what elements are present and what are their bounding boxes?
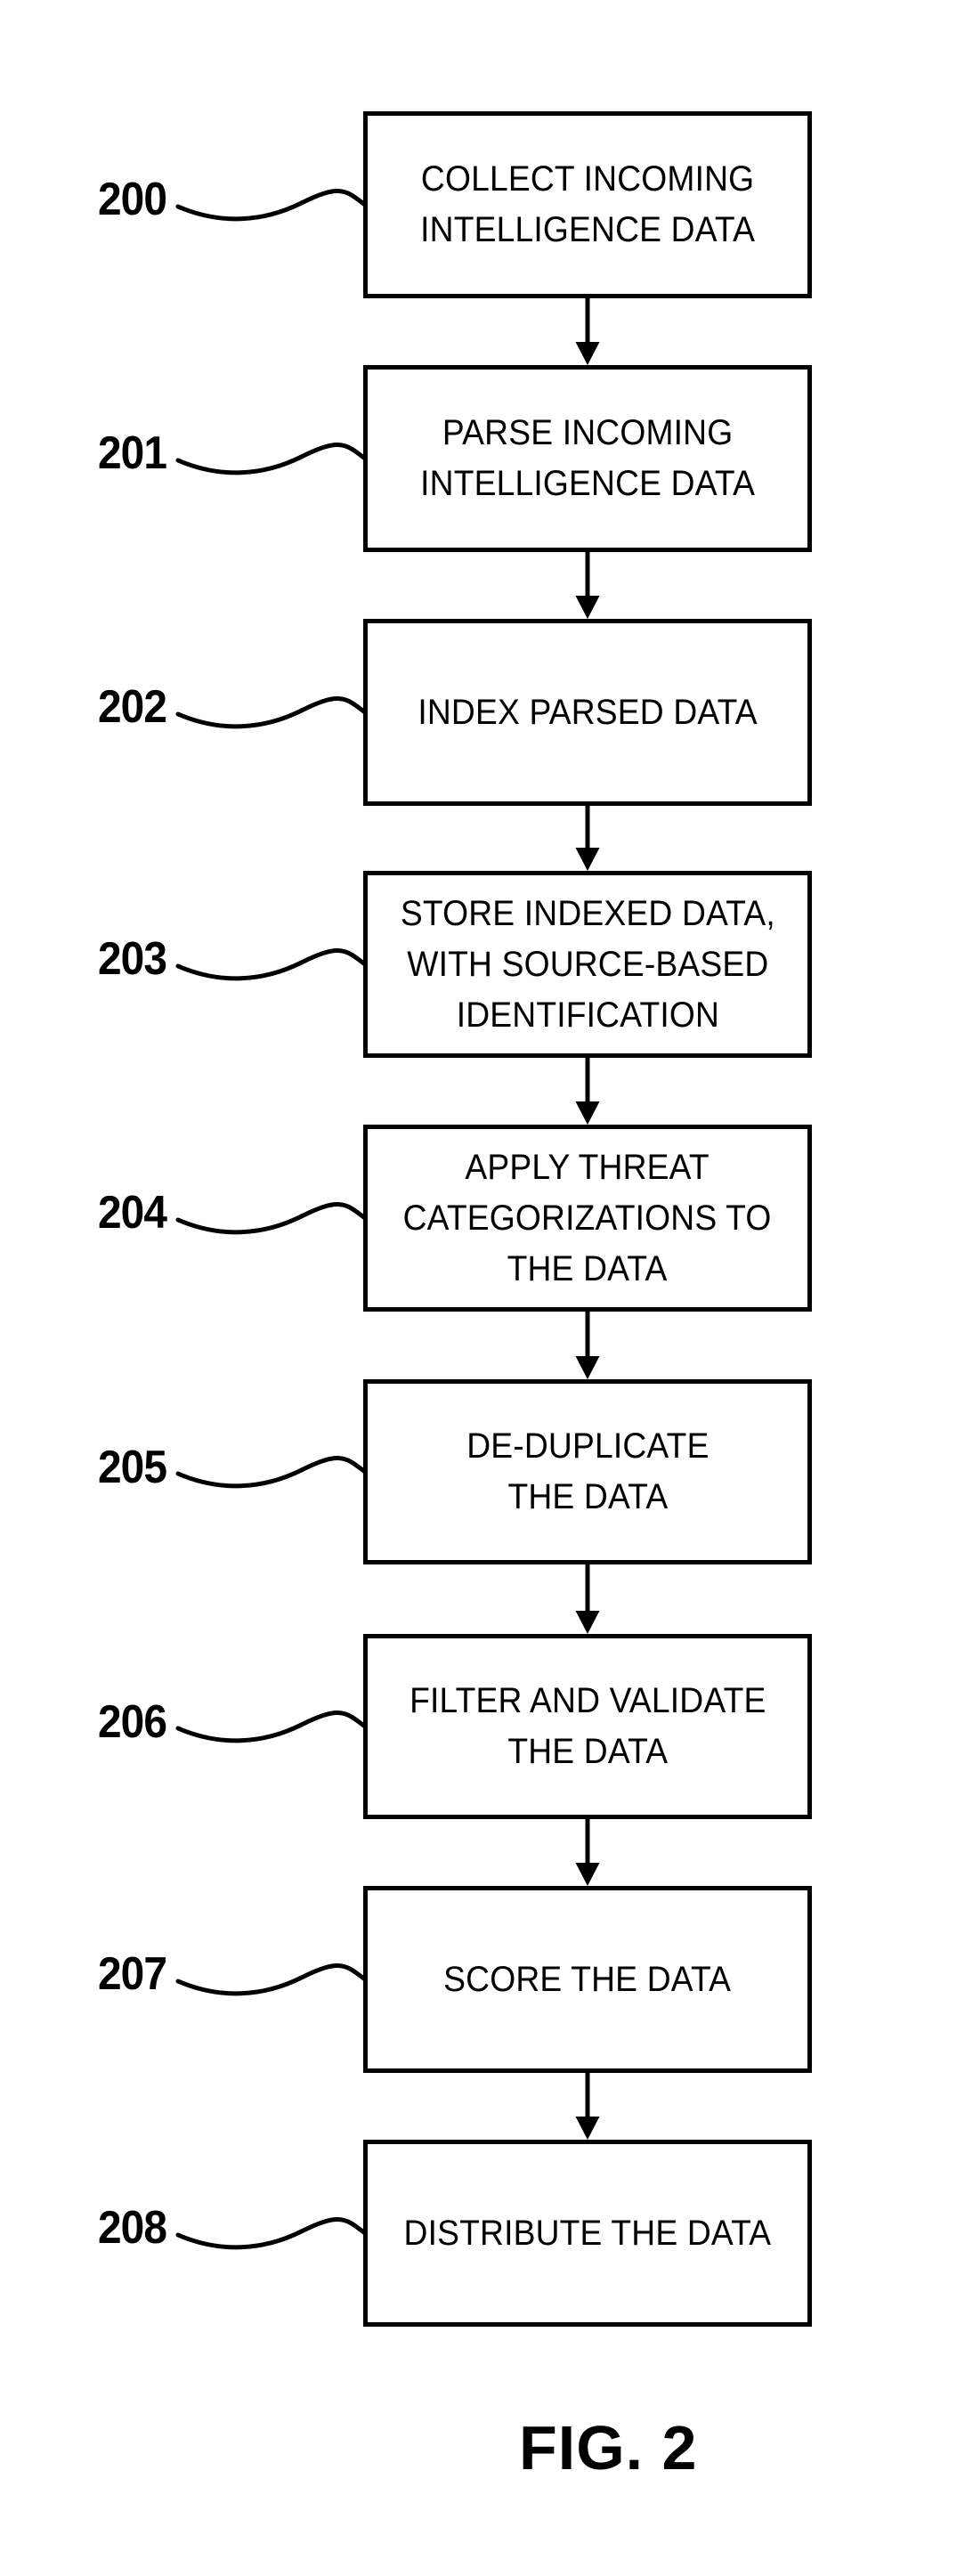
process-box-205: DE-DUPLICATE THE DATA: [363, 1379, 812, 1564]
flow-arrowhead-203-to-204: [575, 1101, 600, 1125]
reference-leader-line-204: [175, 1202, 368, 1235]
process-box-206: FILTER AND VALIDATE THE DATA: [363, 1634, 812, 1819]
reference-leader-group: [175, 189, 368, 2250]
process-box-label-208: DISTRIBUTE THE DATA: [403, 2213, 772, 2253]
process-box-label-201: PARSE INCOMING INTELLIGENCE DATA: [420, 413, 755, 503]
process-box-202: INDEX PARSED DATA: [363, 619, 812, 806]
process-box-204: APPLY THREAT CATEGORIZATIONS TO THE DATA: [363, 1125, 812, 1312]
reference-leader-line-205: [175, 1456, 368, 1489]
flow-arrowhead-204-to-205: [575, 1356, 600, 1379]
reference-numeral-202: 202: [98, 681, 167, 733]
flow-arrowhead-200-to-201: [575, 342, 600, 365]
process-box-label-207: SCORE THE DATA: [443, 1959, 732, 1999]
process-box-label-204: APPLY THREAT CATEGORIZATIONS TO THE DATA: [403, 1147, 772, 1288]
reference-leader-line-201: [175, 443, 368, 475]
reference-numeral-207: 207: [98, 1948, 167, 2000]
flow-arrowhead-202-to-203: [575, 848, 600, 871]
reference-numeral-200: 200: [98, 174, 167, 225]
process-box-207: SCORE THE DATA: [363, 1886, 812, 2073]
process-box-200: COLLECT INCOMING INTELLIGENCE DATA: [363, 111, 812, 298]
process-box-label-206: FILTER AND VALIDATE THE DATA: [409, 1681, 766, 1771]
process-box-208: DISTRIBUTE THE DATA: [363, 2140, 812, 2327]
flow-arrowhead-206-to-207: [575, 1863, 600, 1886]
reference-numeral-204: 204: [98, 1187, 167, 1239]
flow-arrowhead-205-to-206: [575, 1611, 600, 1634]
reference-leader-line-202: [175, 696, 368, 729]
process-box-label-203: STORE INDEXED DATA, WITH SOURCE-BASED ID…: [400, 893, 775, 1035]
process-box-201: PARSE INCOMING INTELLIGENCE DATA: [363, 365, 812, 552]
reference-leader-line-203: [175, 948, 368, 981]
process-box-label-205: DE-DUPLICATE THE DATA: [466, 1426, 710, 1516]
process-box-203: STORE INDEXED DATA, WITH SOURCE-BASED ID…: [363, 871, 812, 1058]
flow-arrowhead-207-to-208: [575, 2117, 600, 2140]
reference-leader-line-200: [175, 189, 368, 222]
reference-numeral-205: 205: [98, 1442, 167, 1493]
patent-figure: COLLECT INCOMING INTELLIGENCE DATA PARSE …: [0, 0, 965, 2576]
process-box-label-200: COLLECT INCOMING INTELLIGENCE DATA: [420, 159, 755, 249]
reference-leader-line-206: [175, 1711, 368, 1743]
reference-leader-line-207: [175, 1963, 368, 1996]
figure-caption: FIG. 2: [519, 2413, 698, 2483]
reference-numeral-208: 208: [98, 2202, 167, 2254]
reference-numeral-206: 206: [98, 1696, 167, 1748]
process-box-label-202: INDEX PARSED DATA: [418, 692, 758, 732]
flow-arrowhead-201-to-202: [575, 596, 600, 619]
reference-numeral-201: 201: [98, 427, 167, 479]
reference-numeral-203: 203: [98, 933, 167, 985]
reference-leader-line-208: [175, 2217, 368, 2250]
